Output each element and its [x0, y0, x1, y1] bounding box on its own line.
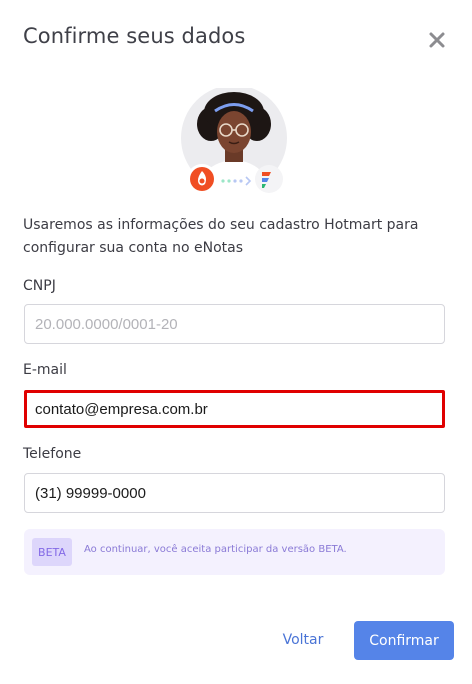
close-icon[interactable] — [426, 29, 448, 51]
hotmart-logo-icon — [187, 164, 217, 194]
phone-label: Telefone — [23, 446, 82, 462]
illustration — [178, 88, 290, 198]
beta-badge: BETA — [32, 538, 72, 566]
beta-notice: BETA Ao continuar, você aceita participa… — [24, 529, 445, 575]
cnpj-label: CNPJ — [23, 278, 56, 294]
confirm-button[interactable]: Confirmar — [354, 621, 454, 660]
intro-text: Usaremos as informações do seu cadastro … — [23, 217, 419, 256]
enotas-logo-icon — [255, 165, 283, 193]
cnpj-field[interactable] — [24, 304, 445, 344]
email-field[interactable] — [24, 390, 445, 428]
back-button[interactable]: Voltar — [272, 621, 334, 659]
phone-field[interactable] — [24, 473, 445, 513]
beta-notice-text: Ao continuar, você aceita participar da … — [84, 544, 347, 555]
email-label: E-mail — [23, 362, 67, 378]
modal-title: Confirme seus dados — [23, 24, 246, 48]
